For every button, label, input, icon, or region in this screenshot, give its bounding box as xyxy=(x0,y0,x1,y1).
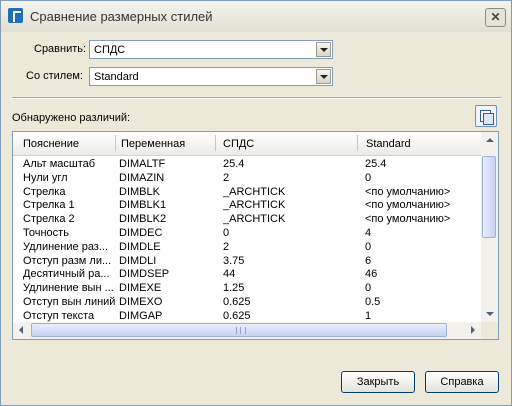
close-button[interactable]: Закрыть xyxy=(341,371,415,393)
row-variable: DIMEXE xyxy=(119,282,162,295)
row-standard-value: 25.4 xyxy=(365,158,387,170)
row-standard-value: 0 xyxy=(365,171,372,184)
row-standard-value: 0.5 xyxy=(365,296,381,308)
scroll-down-icon[interactable] xyxy=(481,305,498,322)
table-row[interactable]: Нули угл DIMAZIN 2 0 xyxy=(13,171,481,185)
row-spds-value: _ARCHTICK xyxy=(223,213,286,226)
row-variable: DIMGAP xyxy=(119,309,163,322)
row-spds-value: 2 xyxy=(223,171,230,184)
column-header-description[interactable]: Пояснение xyxy=(23,138,79,150)
separator xyxy=(12,97,501,99)
row-description: Отступ вын линий xyxy=(23,296,116,308)
row-spds-value: 1.25 xyxy=(223,282,245,295)
scroll-left-icon[interactable] xyxy=(13,322,30,339)
table-row[interactable]: Стрелка 2 DIMBLK2 _ARCHTICK <по умолчанию> xyxy=(13,212,481,226)
compare-label: Сравнить: xyxy=(34,43,87,55)
table-row[interactable]: Отступ вын линий DIMEXO 0.625 0.5 xyxy=(13,295,481,309)
list-header: Пояснение Переменная СПДС Standard xyxy=(13,132,481,156)
dialog-window: Сравнение размерных стилей ✕ Сравнить: С… xyxy=(0,0,512,406)
row-standard-value: <по умолчанию> xyxy=(365,185,451,198)
row-standard-value: 6 xyxy=(365,254,372,267)
row-description: Удлинение раз... xyxy=(23,240,109,253)
row-standard-value: <по умолчанию> xyxy=(365,213,451,226)
row-spds-value: 0 xyxy=(223,227,230,239)
row-spds-value: 0.625 xyxy=(223,296,251,308)
row-standard-value: <по умолчанию> xyxy=(365,199,451,212)
with-style-select-value: Standard xyxy=(94,71,139,83)
column-header-spds[interactable]: СПДС xyxy=(223,138,254,150)
window-title: Сравнение размерных стилей xyxy=(30,9,213,24)
table-row[interactable]: Отступ разм ли... DIMDLI 3.75 6 xyxy=(13,254,481,268)
close-window-button[interactable]: ✕ xyxy=(485,8,506,27)
compare-select-value: СПДС xyxy=(94,44,126,56)
chevron-down-icon[interactable] xyxy=(316,42,331,57)
row-spds-value: 2 xyxy=(223,240,230,253)
row-description: Отступ текста xyxy=(23,309,95,322)
close-icon: ✕ xyxy=(490,10,501,24)
table-row[interactable]: Удлинение раз... DIMDLE 2 0 xyxy=(13,240,481,254)
differences-list[interactable]: Пояснение Переменная СПДС Standard Альт … xyxy=(12,131,499,340)
row-variable: DIMDLE xyxy=(119,240,161,253)
row-variable: DIMDLI xyxy=(119,254,157,267)
row-description: Стрелка 1 xyxy=(23,199,75,212)
with-style-select[interactable]: Standard xyxy=(89,67,333,86)
scroll-up-icon[interactable] xyxy=(481,132,498,149)
copy-to-clipboard-button[interactable] xyxy=(475,105,497,127)
differences-label: Обнаружено различий: xyxy=(12,112,131,124)
table-row[interactable]: Альт масштаб DIMALTF 25.4 25.4 xyxy=(13,157,481,171)
row-description: Стрелка 2 xyxy=(23,213,75,226)
horizontal-scroll-thumb[interactable] xyxy=(31,323,447,337)
vertical-scroll-thumb[interactable] xyxy=(482,156,496,238)
chevron-down-icon[interactable] xyxy=(316,69,331,84)
help-button[interactable]: Справка xyxy=(425,371,499,393)
row-description: Удлинение вын ... xyxy=(23,282,114,295)
row-description: Точность xyxy=(23,227,69,239)
row-spds-value: 25.4 xyxy=(223,158,245,170)
compare-select[interactable]: СПДС xyxy=(89,40,333,59)
scroll-right-icon[interactable] xyxy=(464,322,481,339)
row-standard-value: 46 xyxy=(365,268,378,281)
column-header-standard[interactable]: Standard xyxy=(366,138,411,150)
row-standard-value: 0 xyxy=(365,282,372,295)
row-description: Отступ разм ли... xyxy=(23,254,112,267)
row-variable: DIMALTF xyxy=(119,158,166,170)
row-variable: DIMAZIN xyxy=(119,171,165,184)
table-row[interactable]: Удлинение вын ... DIMEXE 1.25 0 xyxy=(13,281,481,295)
vertical-scrollbar[interactable] xyxy=(481,132,498,322)
row-spds-value: 0.625 xyxy=(223,309,251,322)
table-row[interactable]: Стрелка 1 DIMBLK1 _ARCHTICK <по умолчанию> xyxy=(13,198,481,212)
row-standard-value: 1 xyxy=(365,309,372,322)
row-description: Альт масштаб xyxy=(23,158,96,170)
table-row[interactable]: Десятичный ра... DIMDSEP 44 46 xyxy=(13,267,481,281)
table-row[interactable]: Отступ текста DIMGAP 0.625 1 xyxy=(13,309,481,323)
app-icon xyxy=(8,8,23,23)
column-header-variable[interactable]: Переменная xyxy=(121,138,185,150)
row-description: Стрелка xyxy=(23,185,66,198)
row-spds-value: _ARCHTICK xyxy=(223,185,286,198)
horizontal-scrollbar[interactable] xyxy=(13,322,481,339)
with-style-label: Со стилем: xyxy=(26,70,83,82)
row-variable: DIMBLK xyxy=(119,185,160,198)
row-description: Нули угл xyxy=(23,171,68,184)
row-standard-value: 4 xyxy=(365,227,372,239)
title-bar: Сравнение размерных стилей ✕ xyxy=(1,1,511,32)
row-variable: DIMDSEP xyxy=(119,268,170,281)
row-variable: DIMEXO xyxy=(119,296,163,308)
row-spds-value: 3.75 xyxy=(223,254,245,267)
row-spds-value: _ARCHTICK xyxy=(223,199,286,212)
row-spds-value: 44 xyxy=(223,268,236,281)
table-row[interactable]: Стрелка DIMBLK _ARCHTICK <по умолчанию> xyxy=(13,185,481,199)
row-description: Десятичный ра... xyxy=(23,268,110,281)
row-variable: DIMDEC xyxy=(119,227,163,239)
row-variable: DIMBLK1 xyxy=(119,199,167,212)
table-row[interactable]: Точность DIMDEC 0 4 xyxy=(13,226,481,240)
row-standard-value: 0 xyxy=(365,240,372,253)
row-variable: DIMBLK2 xyxy=(119,213,167,226)
